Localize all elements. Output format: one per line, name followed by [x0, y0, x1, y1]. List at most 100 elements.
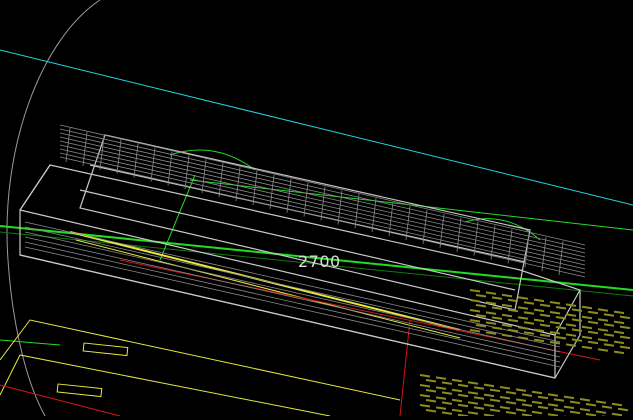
- olive-dash: [585, 403, 597, 407]
- olive-dash: [491, 296, 503, 300]
- olive-dash: [515, 388, 527, 392]
- olive-dash: [523, 311, 535, 315]
- olive-dash: [489, 408, 501, 413]
- olive-dash: [485, 291, 497, 295]
- hatch-cross-line: [337, 190, 343, 225]
- hatch-cross-line: [184, 155, 190, 190]
- olive-dash: [603, 333, 615, 337]
- olive-dash: [457, 393, 469, 398]
- hatch-cross-line: [235, 166, 241, 202]
- cad-viewport[interactable]: 2700: [0, 0, 633, 420]
- olive-dash: [565, 323, 577, 327]
- olive-dash: [419, 384, 431, 388]
- olive-dash: [501, 333, 513, 338]
- hatch-cross-line: [371, 198, 377, 233]
- hatch-line: [59, 140, 586, 262]
- hatch-cross-line: [456, 217, 462, 252]
- hatch-cross-line: [354, 194, 360, 229]
- hatch-cross-line: [541, 237, 547, 272]
- olive-dash: [579, 398, 591, 402]
- olive-dash: [603, 323, 615, 327]
- olive-dash: [473, 386, 485, 390]
- hatch-cross-line: [320, 186, 326, 221]
- olive-dash: [419, 404, 431, 408]
- hatch-cross-line: [150, 147, 156, 182]
- dimension-label: 2700: [298, 252, 341, 271]
- beam-hatching: [24, 124, 586, 368]
- hatch-cross-line: [218, 163, 224, 198]
- olive-dash: [587, 310, 599, 315]
- olive-dash: [505, 411, 517, 415]
- olive-dash: [523, 321, 535, 325]
- olive-dash: [533, 308, 545, 313]
- olive-dash: [613, 320, 625, 325]
- olive-dash: [507, 318, 519, 323]
- olive-dash: [419, 374, 431, 378]
- olive-dash: [419, 394, 431, 398]
- olive-dash: [489, 398, 501, 403]
- olive-dash: [485, 311, 497, 315]
- olive-dash: [571, 338, 583, 342]
- olive-dash: [549, 311, 561, 315]
- olive-dash: [469, 299, 481, 303]
- olive-dash: [499, 396, 511, 400]
- olive-dash: [603, 343, 615, 347]
- olive-dash: [517, 336, 529, 340]
- olive-dash: [467, 401, 479, 405]
- olive-dash: [475, 314, 487, 318]
- olive-dash: [531, 410, 543, 415]
- hatch-cross-line: [167, 151, 173, 186]
- cad-canvas[interactable]: [0, 0, 633, 420]
- olive-dash: [451, 408, 463, 413]
- olive-dash: [619, 325, 631, 330]
- olive-dash: [597, 348, 609, 352]
- hatch-cross-line: [558, 241, 564, 276]
- olive-dash: [491, 316, 503, 320]
- olive-dash: [547, 403, 559, 407]
- olive-dash: [501, 313, 513, 318]
- olive-dash: [565, 313, 577, 317]
- olive-dash: [549, 321, 561, 325]
- olive-dash: [595, 400, 607, 404]
- green-short: [0, 339, 61, 346]
- olive-dash: [469, 319, 481, 323]
- olive-dash: [441, 391, 453, 395]
- olive-dash: [435, 386, 447, 390]
- olive-dash: [569, 400, 581, 405]
- hatch-cross-line: [99, 135, 105, 170]
- olive-dash: [597, 318, 609, 322]
- olive-dash: [521, 393, 533, 397]
- olive-dash: [587, 340, 599, 345]
- olive-dash: [539, 323, 551, 328]
- hatch-line: [59, 136, 586, 258]
- olive-dash: [467, 391, 479, 395]
- olive-dash: [581, 305, 593, 310]
- olive-dash: [483, 403, 495, 408]
- olive-dash: [517, 316, 529, 320]
- olive-dash: [441, 411, 453, 415]
- olive-dash: [475, 304, 487, 308]
- olive-dash: [531, 400, 543, 405]
- olive-dash: [515, 398, 527, 402]
- olive-dash: [483, 383, 495, 388]
- olive-dash: [581, 315, 593, 320]
- olive-dash: [491, 326, 503, 330]
- olive-dash: [611, 412, 623, 417]
- olive-dash: [565, 303, 577, 307]
- olive-dash: [533, 338, 545, 343]
- olive-dash: [451, 398, 463, 403]
- olive-dash: [507, 308, 519, 313]
- olive-dash: [457, 383, 469, 388]
- olive-dash: [613, 340, 625, 345]
- olive-dash: [451, 378, 463, 383]
- hatch-cross-line: [422, 209, 428, 244]
- olive-hatch-patches: [419, 289, 631, 420]
- olive-dash: [619, 335, 631, 340]
- olive-dash: [611, 402, 623, 407]
- olive-dash: [581, 325, 593, 330]
- olive-dash: [613, 310, 625, 315]
- olive-dash: [539, 313, 551, 318]
- olive-dash: [533, 298, 545, 303]
- olive-dash: [489, 388, 501, 393]
- olive-dash: [523, 301, 535, 305]
